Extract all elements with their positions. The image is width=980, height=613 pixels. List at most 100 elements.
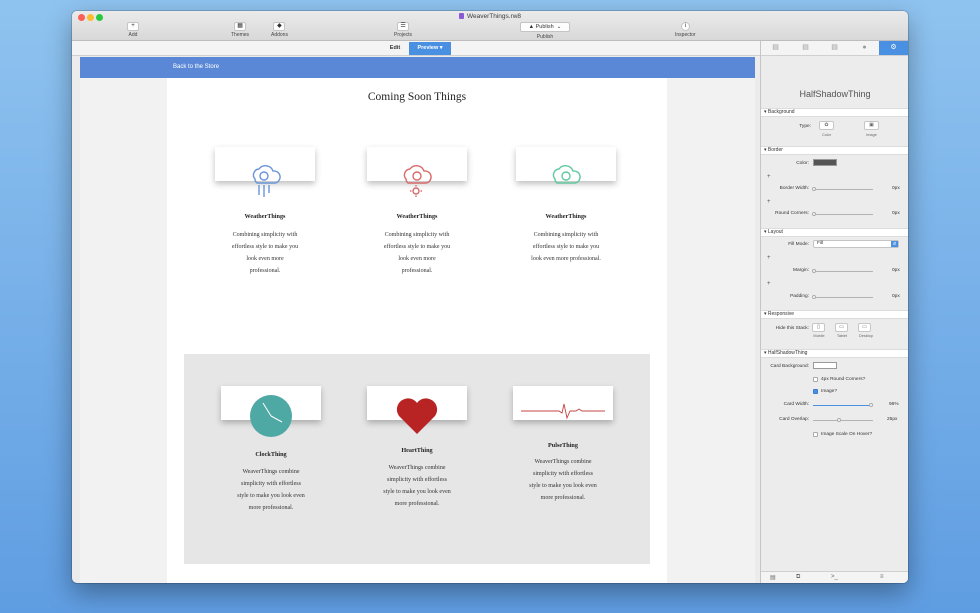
margin-knob[interactable] bbox=[812, 269, 816, 273]
border-width-value: 0px bbox=[892, 186, 900, 191]
style-inspector-tab[interactable]: ● bbox=[850, 41, 879, 55]
publish-group: ▲ Publish ⌄ Publish bbox=[520, 22, 570, 40]
card-width-knob[interactable] bbox=[869, 403, 873, 407]
inspector-panel: ▤ ▤ ▤ ● ⚙ HalfShadowThing ▾ Background T… bbox=[760, 41, 908, 583]
publish-button[interactable]: ▲ Publish ⌄ bbox=[520, 22, 570, 32]
desc-line: professional. bbox=[401, 268, 433, 274]
code-icon[interactable]: >_ bbox=[831, 574, 838, 580]
info-icon: i bbox=[680, 22, 690, 31]
image-type-button[interactable]: ▣ bbox=[864, 121, 879, 130]
desc-line: style to make you look even bbox=[237, 493, 305, 499]
padding-knob[interactable] bbox=[812, 295, 816, 299]
preview-tab[interactable]: Preview ▾ bbox=[409, 42, 451, 55]
card-overlap-value: 25px bbox=[887, 417, 898, 422]
add-label: Add bbox=[128, 32, 138, 38]
round-corners-checkbox[interactable] bbox=[813, 377, 818, 382]
themes-button[interactable]: ▦ Themes bbox=[231, 22, 249, 38]
tablet-toggle[interactable]: ▭ bbox=[835, 323, 848, 332]
round-corners-slider[interactable] bbox=[813, 214, 873, 215]
card-overlap-slider[interactable] bbox=[813, 420, 873, 421]
mobile-toggle[interactable]: ▯ bbox=[812, 323, 825, 332]
image-text: Image? bbox=[821, 389, 837, 394]
margin-label: Margin: bbox=[793, 268, 809, 273]
card-width-slider[interactable] bbox=[813, 405, 871, 406]
card-heart bbox=[367, 386, 467, 434]
desc-line: more professional. bbox=[248, 505, 294, 511]
preview-canvas: Back to the Store Coming Soon Things Wea… bbox=[80, 57, 755, 583]
projects-icon: ☰ bbox=[397, 22, 410, 31]
border-color-swatch[interactable] bbox=[813, 159, 837, 166]
stack-inspector-tab[interactable]: ▤ bbox=[820, 41, 849, 55]
card-overlap-label: Card Overlap: bbox=[779, 417, 809, 422]
desc-line: look even more bbox=[246, 256, 284, 262]
desc-line: simplicity with effortless bbox=[387, 477, 447, 483]
responsive-section-header[interactable]: ▾ Responsive bbox=[761, 310, 908, 319]
margin-slider[interactable] bbox=[813, 271, 873, 272]
responsive-header-label: Responsive bbox=[767, 311, 795, 317]
chevron-down-icon: ⇵ bbox=[891, 241, 898, 247]
background-section-header[interactable]: ▾ Background bbox=[761, 108, 908, 117]
desc-line: style to make you look even bbox=[383, 489, 451, 495]
image-checkbox[interactable] bbox=[813, 389, 818, 394]
copy-icon[interactable]: ⧉ bbox=[796, 574, 800, 581]
card-width-label: Card Width: bbox=[783, 402, 809, 407]
card-title: ClockThing bbox=[255, 451, 287, 458]
round-corners-text: 4px Round Corners? bbox=[821, 377, 866, 382]
layout-header-label: Layout bbox=[767, 229, 783, 235]
add-padding-button[interactable]: + bbox=[767, 281, 771, 287]
desc-line: WeaverThings combine bbox=[388, 465, 446, 471]
add-margin-button[interactable]: + bbox=[767, 255, 771, 261]
card-background-swatch[interactable] bbox=[813, 362, 837, 369]
border-header-label: Border bbox=[767, 147, 783, 153]
hide-stack-label: Hide this Stack: bbox=[775, 326, 809, 331]
desc-line: look even more bbox=[398, 256, 436, 262]
sliders-icon[interactable]: ≡ bbox=[880, 574, 884, 580]
halfshadow-section-header[interactable]: ▾ HalfShadowThing bbox=[761, 349, 908, 358]
page-inspector-tab[interactable]: ▤ bbox=[761, 41, 790, 55]
card-description: WeaverThings combine simplicity with eff… bbox=[522, 456, 604, 504]
padding-value: 0px bbox=[892, 294, 900, 299]
border-section-header[interactable]: ▾ Border bbox=[761, 146, 908, 155]
card-weather-2 bbox=[367, 147, 467, 197]
round-corners-label: Round Corners: bbox=[775, 211, 809, 216]
edit-tab[interactable]: Edit bbox=[382, 42, 408, 55]
app-window: WeaverThings.rw8 + Add ▦ Themes ◆ Addons… bbox=[72, 11, 908, 583]
round-corners-knob[interactable] bbox=[812, 212, 816, 216]
projects-button[interactable]: ☰ Projects bbox=[394, 22, 412, 38]
border-width-slider[interactable] bbox=[813, 189, 873, 190]
card-description: Combining simplicity with effortless sty… bbox=[224, 229, 306, 277]
addons-button[interactable]: ◆ Addons bbox=[271, 22, 288, 38]
back-to-store-link[interactable]: Back to the Store bbox=[173, 64, 219, 70]
desc-line: effortless style to make you bbox=[231, 244, 299, 250]
preview-tab-label: Preview bbox=[417, 45, 439, 51]
fill-mode-label: Fill Mode: bbox=[788, 242, 809, 247]
cloud-sun-icon bbox=[403, 165, 432, 197]
page-icon[interactable]: ▤ bbox=[770, 574, 776, 581]
scale-hover-checkbox[interactable] bbox=[813, 432, 818, 437]
addons-label: Addons bbox=[271, 32, 288, 38]
add-button[interactable]: + Add bbox=[127, 22, 139, 38]
add-border-width-button[interactable]: + bbox=[767, 174, 771, 180]
padding-slider[interactable] bbox=[813, 297, 873, 298]
layout-section-header[interactable]: ▾ Layout bbox=[761, 228, 908, 237]
border-width-knob[interactable] bbox=[812, 187, 816, 191]
color-type-label: Color bbox=[821, 133, 832, 137]
color-type-button[interactable]: ✿ bbox=[819, 121, 834, 130]
card-title: HeartThing bbox=[401, 447, 433, 454]
margin-value: 0px bbox=[892, 268, 900, 273]
card-weather-3 bbox=[516, 147, 616, 184]
addons-icon: ◆ bbox=[273, 22, 286, 31]
desktop-toggle[interactable]: ▭ bbox=[858, 323, 871, 332]
layout-inspector-tab[interactable]: ▤ bbox=[791, 41, 820, 55]
cloud-rain-icon bbox=[252, 165, 281, 197]
fill-mode-select[interactable]: Fill ⇵ bbox=[813, 240, 899, 248]
card-overlap-knob[interactable] bbox=[837, 418, 841, 422]
settings-inspector-tab[interactable]: ⚙ bbox=[879, 41, 908, 55]
add-round-corners-button[interactable]: + bbox=[767, 199, 771, 205]
window-title-text: WeaverThings.rw8 bbox=[466, 13, 522, 20]
plus-icon: + bbox=[127, 22, 139, 31]
inspector-button[interactable]: i Inspector bbox=[675, 22, 696, 38]
card-width-value: 96% bbox=[889, 402, 899, 407]
card-description: Combining simplicity with effortless sty… bbox=[525, 229, 607, 265]
desc-line: effortless style to make you bbox=[383, 244, 451, 250]
